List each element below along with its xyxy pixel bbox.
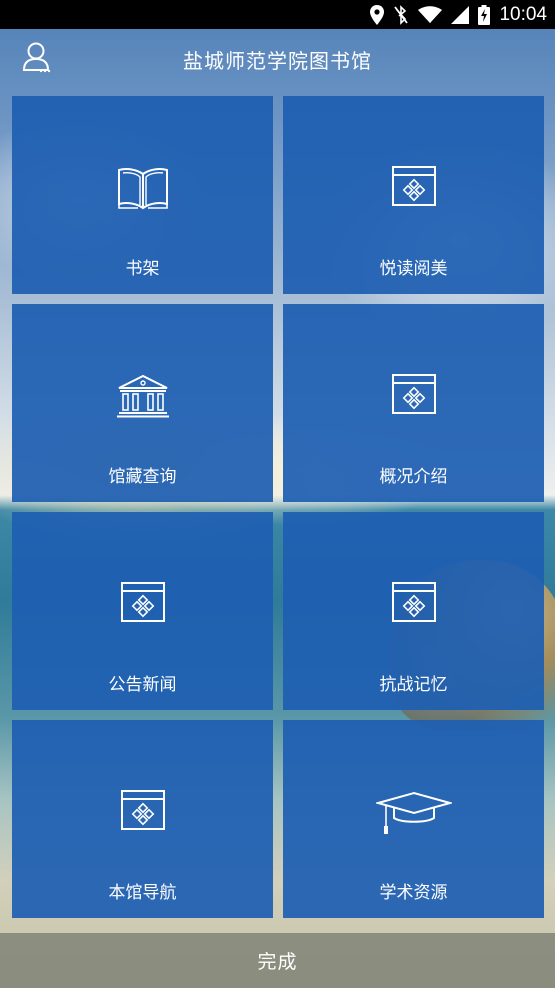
book-icon <box>116 166 170 210</box>
signal-icon <box>451 0 470 29</box>
tile-collection-search[interactable]: 馆藏查询 <box>12 304 273 502</box>
app-window-icon <box>391 166 436 206</box>
feature-grid: 书架 悦读阅美 馆藏查询 概况介绍 公告新闻 抗战记忆 本馆导航 学术资源 <box>12 96 544 918</box>
app-header: 盐城师范学院图书馆 <box>0 29 555 87</box>
tile-label: 馆藏查询 <box>108 467 177 487</box>
status-bar: 10:04 <box>0 0 555 29</box>
tile-bookshelf[interactable]: 书架 <box>12 96 273 294</box>
tile-academic-resources[interactable]: 学术资源 <box>283 720 544 918</box>
done-label: 完成 <box>257 951 298 973</box>
tile-library-navigation[interactable]: 本馆导航 <box>12 720 273 918</box>
tile-label: 公告新闻 <box>108 675 177 695</box>
tile-label: 书架 <box>125 259 160 279</box>
tile-label: 学术资源 <box>379 883 448 903</box>
tile-announcements[interactable]: 公告新闻 <box>12 512 273 710</box>
bluetooth-off-icon <box>393 0 409 29</box>
tile-label: 概况介绍 <box>379 467 448 487</box>
page-title: 盐城师范学院图书馆 <box>183 49 372 73</box>
battery-charging-icon <box>478 0 491 29</box>
app-window-icon <box>120 582 165 622</box>
location-icon <box>370 0 385 29</box>
status-clock: 10:04 <box>499 3 547 25</box>
graduation-cap-icon <box>375 790 452 836</box>
tile-overview[interactable]: 概况介绍 <box>283 304 544 502</box>
tile-war-memory[interactable]: 抗战记忆 <box>283 512 544 710</box>
done-button[interactable]: 完成 <box>0 933 555 988</box>
app-window-icon <box>391 582 436 622</box>
wifi-icon <box>418 0 443 29</box>
tile-label: 本馆导航 <box>108 883 177 903</box>
tile-label: 抗战记忆 <box>379 675 448 695</box>
library-building-icon <box>116 374 170 418</box>
app-window-icon <box>391 374 436 414</box>
tile-reading-beauty[interactable]: 悦读阅美 <box>283 96 544 294</box>
app-window-icon <box>120 790 165 830</box>
tile-label: 悦读阅美 <box>379 259 448 279</box>
